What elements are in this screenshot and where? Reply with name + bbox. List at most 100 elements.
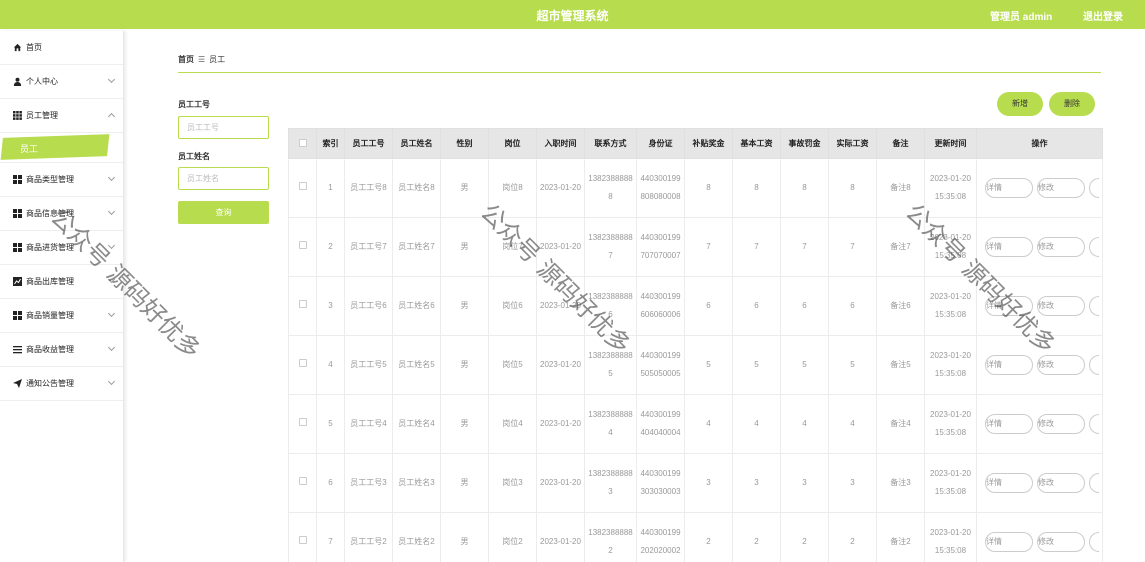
emp-no-input[interactable] (178, 116, 269, 139)
sidebar-item-home[interactable]: 首页 (0, 31, 123, 65)
breadcrumb-home[interactable]: 首页 (178, 55, 194, 64)
detail-button[interactable]: 详情 (985, 296, 1033, 316)
breadcrumb-current: 员工 (209, 55, 226, 64)
query-button[interactable]: 查询 (178, 201, 269, 224)
table-cell: 男 (440, 453, 489, 513)
more-button[interactable] (1089, 473, 1099, 493)
row-checkbox[interactable] (288, 335, 317, 395)
breadcrumb-divider (178, 72, 1101, 73)
grid-icon (12, 111, 22, 121)
table-cell: 7 (828, 217, 877, 277)
table-row: 6 员工工号3 员工姓名3 男岗位3 2023-01-20 13823888883 4403… (288, 453, 1103, 513)
row-checkbox[interactable] (288, 158, 317, 218)
detail-button[interactable]: 详情 (985, 532, 1033, 552)
table-cell: 13823888884 (584, 394, 637, 454)
sidebar-item-profile[interactable]: 个人中心 (0, 65, 123, 99)
more-button[interactable] (1089, 532, 1099, 552)
table-cell: 男 (440, 512, 489, 562)
table-cell: 8 (732, 158, 781, 218)
table-row: 5 员工工号4 员工姓名4 男岗位4 2023-01-20 13823888884 4403… (288, 394, 1103, 454)
table-cell: 2023-01-20 15:35:08 (924, 512, 977, 562)
table-header: 操作 (976, 128, 1103, 159)
table-cell: 2023-01-20 (536, 217, 585, 277)
add-button[interactable]: 新增 (997, 92, 1043, 116)
table-cell: 2 (684, 512, 733, 562)
more-button[interactable] (1089, 178, 1099, 198)
chevron-down-icon (107, 241, 116, 250)
table-cell: 备注6 (876, 276, 925, 336)
table-cell: 备注7 (876, 217, 925, 277)
row-checkbox[interactable] (288, 276, 317, 336)
table-cell: 2023-01-20 (536, 276, 585, 336)
row-checkbox[interactable] (288, 512, 317, 562)
sidebar-item-notice[interactable]: 通知公告管理 (0, 367, 123, 401)
edit-button[interactable]: 修改 (1037, 473, 1085, 493)
table-cell: 4 (732, 394, 781, 454)
sidebar-item-outbound[interactable]: 商品出库管理 (0, 265, 123, 299)
table-cell: 2023-01-20 15:35:08 (924, 394, 977, 454)
edit-button[interactable]: 修改 (1037, 296, 1085, 316)
detail-button[interactable]: 详情 (985, 473, 1033, 493)
table-cell: 6 (316, 453, 345, 513)
emp-name-input[interactable] (178, 167, 269, 190)
employee-table: 索引 员工工号 员工姓名 性别 岗位 入职时间 联系方式 身份证 补贴奖金 基本… (288, 128, 1103, 562)
table-cell: 6 (828, 276, 877, 336)
sidebar-item-purchase[interactable]: 商品进货管理 (0, 231, 123, 265)
table-cell: 员工姓名6 (392, 276, 441, 336)
select-all-checkbox[interactable] (288, 128, 317, 159)
emp-name-label: 员工姓名 (178, 152, 210, 161)
row-checkbox[interactable] (288, 217, 317, 277)
table-cell: 岗位3 (488, 453, 537, 513)
logout-link[interactable]: 退出登录 (1083, 8, 1123, 23)
detail-button[interactable]: 详情 (985, 178, 1033, 198)
table-cell: 员工工号3 (344, 453, 393, 513)
sidebar-item-employee[interactable]: 员工管理 (0, 99, 123, 133)
more-button[interactable] (1089, 237, 1099, 257)
table-cell: 13823888888 (584, 158, 637, 218)
edit-button[interactable]: 修改 (1037, 414, 1085, 434)
table-cell: 员工工号6 (344, 276, 393, 336)
more-button[interactable] (1089, 296, 1099, 316)
sidebar-item-product-type[interactable]: 商品类型管理 (0, 163, 123, 197)
table-header: 员工工号 (344, 128, 393, 159)
table-cell: 2 (732, 512, 781, 562)
top-header: 超市管理系统 管理员 admin 退出登录 (0, 0, 1145, 29)
table-cell: 4 (316, 335, 345, 395)
table-cell: 备注4 (876, 394, 925, 454)
table-cell: 备注2 (876, 512, 925, 562)
edit-button[interactable]: 修改 (1037, 178, 1085, 198)
sidebar-item-product-info[interactable]: 商品信息管理 (0, 197, 123, 231)
table-cell: 员工工号7 (344, 217, 393, 277)
table-cell: 岗位2 (488, 512, 537, 562)
row-checkbox[interactable] (288, 394, 317, 454)
sidebar-item-sales[interactable]: 商品销量管理 (0, 299, 123, 333)
edit-button[interactable]: 修改 (1037, 532, 1085, 552)
table-header: 身份证 (636, 128, 685, 159)
table-cell: 备注8 (876, 158, 925, 218)
detail-button[interactable]: 详情 (985, 237, 1033, 257)
edit-button[interactable]: 修改 (1037, 355, 1085, 375)
table-body: 1 员工工号8 员工姓名8 男岗位8 2023-01-20 13823888888 4403… (288, 158, 1103, 562)
table-header: 岗位 (488, 128, 537, 159)
table-cell: 备注5 (876, 335, 925, 395)
sidebar-item-label: 商品出库管理 (26, 277, 74, 286)
table-cell: 2 (780, 512, 829, 562)
chevron-down-icon (107, 377, 116, 386)
table-row: 2 员工工号7 员工姓名7 男岗位7 2023-01-20 13823888887 4403… (288, 217, 1103, 277)
table-header: 基本工资 (732, 128, 781, 159)
table-cell: 8 (684, 158, 733, 218)
sidebar-item-revenue[interactable]: 商品收益管理 (0, 333, 123, 367)
table-cell: 1 (316, 158, 345, 218)
row-checkbox[interactable] (288, 453, 317, 513)
edit-button[interactable]: 修改 (1037, 237, 1085, 257)
table-cell: 13823888882 (584, 512, 637, 562)
detail-button[interactable]: 详情 (985, 355, 1033, 375)
row-actions: 详情 修改 (976, 394, 1103, 454)
detail-button[interactable]: 详情 (985, 414, 1033, 434)
more-button[interactable] (1089, 414, 1099, 434)
sidebar-subitem-employee[interactable]: 员工 (0, 133, 123, 163)
more-button[interactable] (1089, 355, 1099, 375)
row-actions: 详情 修改 (976, 335, 1103, 395)
delete-button[interactable]: 删除 (1049, 92, 1095, 116)
table-cell: 岗位6 (488, 276, 537, 336)
